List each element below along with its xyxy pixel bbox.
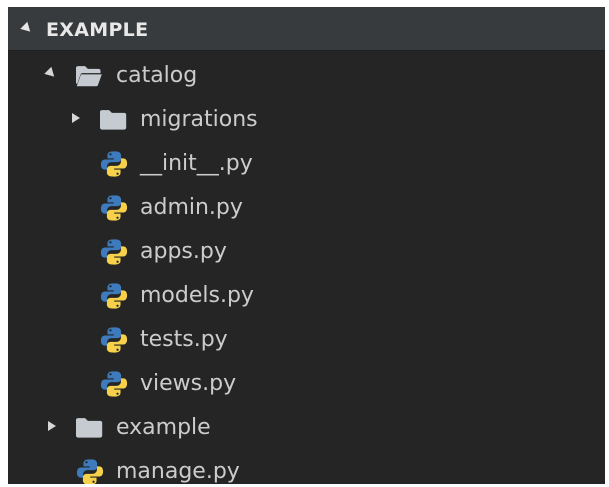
tree-item-label: views.py [140,371,237,396]
explorer-section-header[interactable]: EXAMPLE [8,7,605,51]
explorer-panel: EXAMPLE catalog migrations __init__.py a… [8,7,605,484]
tree-item-init-py[interactable]: __init__.py [8,141,605,185]
python-icon [100,327,128,353]
tree-item-manage-py[interactable]: manage.py [8,449,605,484]
tree-item-catalog[interactable]: catalog [8,53,605,97]
tree-item-label: __init__.py [140,151,253,176]
collapsed-chevron-icon[interactable] [48,421,56,431]
tree-item-tests-py[interactable]: tests.py [8,317,605,361]
tree-item-label: apps.py [140,239,227,264]
python-icon [100,195,128,221]
python-icon [76,459,104,484]
collapsed-chevron-icon[interactable] [72,113,80,123]
tree-item-migrations[interactable]: migrations [8,97,605,141]
tree-item-example[interactable]: example [8,405,605,449]
folder-icon [100,110,127,130]
python-icon [100,239,128,265]
tree-item-models-py[interactable]: models.py [8,273,605,317]
tree-item-label: manage.py [116,459,240,484]
tree-item-label: models.py [140,283,254,308]
workspace-title: EXAMPLE [46,19,149,41]
tree-item-label: tests.py [140,327,228,352]
tree-item-apps-py[interactable]: apps.py [8,229,605,273]
tree-item-label: catalog [116,63,198,88]
tree-item-admin-py[interactable]: admin.py [8,185,605,229]
folder-open-icon [76,66,102,87]
tree-item-label: example [116,415,211,440]
tree-item-views-py[interactable]: views.py [8,361,605,405]
python-icon [100,283,128,309]
tree-item-label: admin.py [140,195,243,220]
section-collapse-chevron-icon[interactable] [20,21,34,36]
python-icon [100,371,128,397]
tree-item-label: migrations [140,107,258,132]
python-icon [100,151,128,177]
folder-icon [76,418,103,438]
expanded-chevron-icon[interactable] [44,66,58,81]
